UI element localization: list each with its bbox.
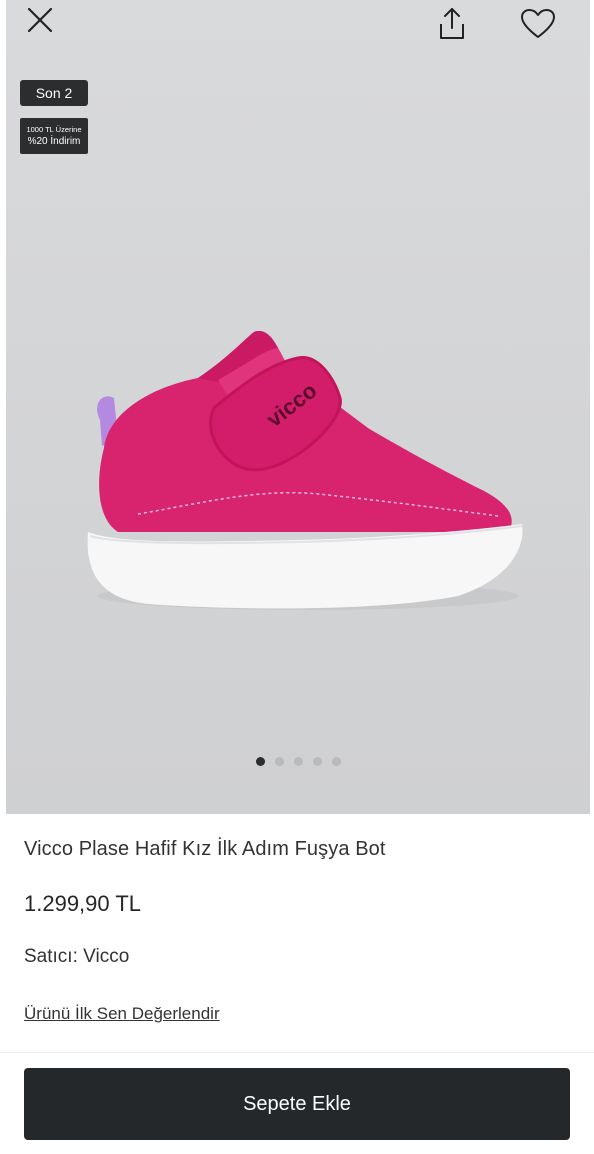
gallery-dot-1[interactable] — [255, 757, 265, 766]
heart-icon — [521, 9, 555, 38]
divider — [0, 1052, 594, 1053]
close-icon — [27, 7, 53, 33]
gallery-dot-3[interactable] — [293, 757, 303, 766]
gallery-dot-2[interactable] — [274, 757, 284, 766]
product-title: Vicco Plase Hafif Kız İlk Adım Fuşya Bot — [24, 838, 386, 860]
stock-badge: Son 2 — [20, 80, 88, 106]
favorite-button[interactable] — [516, 2, 560, 46]
add-to-cart-button[interactable]: Sepete Ekle — [24, 1068, 570, 1140]
product-price: 1.299,90 TL — [24, 891, 142, 916]
seller-label: Satıcı: — [24, 946, 78, 967]
gallery-dot-5[interactable] — [331, 757, 341, 766]
product-image: vicco — [87, 330, 523, 610]
product-image-gallery[interactable]: Son 2 1000 TL Üzerine %20 İndirim vicco — [6, 0, 590, 814]
share-icon — [440, 8, 464, 39]
discount-badge-line2: %20 İndirim — [27, 136, 81, 147]
seller-info: Satıcı: Vicco — [24, 946, 129, 968]
product-detail-page: Son 2 1000 TL Üzerine %20 İndirim vicco — [0, 0, 594, 1154]
discount-badge-line1: 1000 TL Üzerine — [26, 125, 82, 134]
share-button[interactable] — [432, 4, 472, 44]
close-button[interactable] — [20, 0, 60, 40]
gallery-pagination — [6, 757, 590, 769]
seller-name[interactable]: Vicco — [83, 946, 129, 967]
first-review-link[interactable]: Ürünü İlk Sen Değerlendir — [24, 1004, 220, 1024]
gallery-dot-4[interactable] — [312, 757, 322, 766]
discount-badge: 1000 TL Üzerine %20 İndirim — [20, 118, 88, 154]
